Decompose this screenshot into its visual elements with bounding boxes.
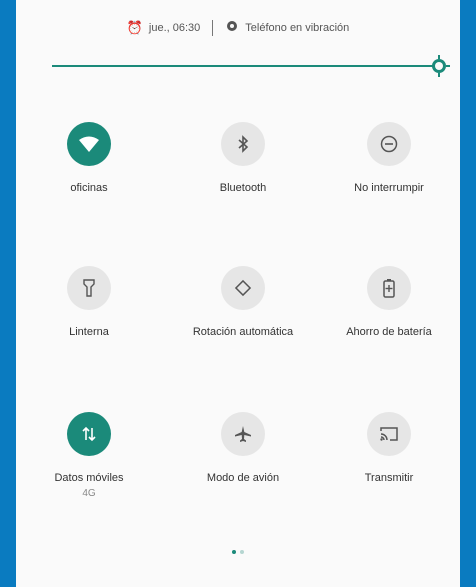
tile-label: Rotación automática [192, 326, 294, 338]
wifi-icon[interactable] [67, 122, 111, 166]
airplane-icon[interactable] [221, 412, 265, 456]
divider [212, 19, 214, 36]
tile-cast[interactable]: Transmitir [319, 412, 459, 484]
tile-label: Ahorro de batería [346, 326, 432, 338]
auto-rotate-icon[interactable] [221, 266, 265, 310]
quick-settings-panel: ⏰ jue., 06:30 Teléfono en vibración ofic… [16, 0, 460, 587]
alarm-icon: ⏰ [126, 19, 143, 35]
page-dot-active[interactable] [232, 550, 236, 554]
do-not-disturb-icon[interactable] [367, 122, 411, 166]
tile-wifi[interactable]: oficinas [19, 122, 159, 194]
tile-airplane-mode[interactable]: Modo de avión [173, 412, 313, 484]
brightness-slider-thumb[interactable] [427, 54, 451, 78]
status-row: ⏰ jue., 06:30 Teléfono en vibración [16, 19, 460, 36]
tile-flashlight[interactable]: Linterna [19, 266, 159, 338]
ringer-text[interactable]: Teléfono en vibración [245, 22, 349, 34]
vibrate-icon [225, 19, 239, 36]
tile-label: Modo de avión [206, 472, 280, 484]
tile-battery-saver[interactable]: Ahorro de batería [319, 266, 459, 338]
tile-label: oficinas [70, 182, 108, 194]
page-dot[interactable] [240, 550, 244, 554]
tile-sublabel: 4G [82, 488, 96, 499]
brightness-slider-track[interactable] [52, 65, 440, 67]
tile-auto-rotate[interactable]: Rotación automática [173, 266, 313, 338]
alarm-text[interactable]: jue., 06:30 [149, 22, 200, 34]
brightness-icon [428, 55, 450, 77]
page-indicator [16, 550, 460, 554]
tile-label: Datos móviles [54, 472, 124, 484]
cast-icon[interactable] [367, 412, 411, 456]
tile-mobile-data[interactable]: Datos móviles 4G [19, 412, 159, 499]
bluetooth-icon[interactable] [221, 122, 265, 166]
tile-label: Linterna [69, 326, 109, 338]
tile-label: Bluetooth [219, 182, 267, 194]
mobile-data-icon[interactable] [67, 412, 111, 456]
flashlight-icon[interactable] [67, 266, 111, 310]
tile-do-not-disturb[interactable]: No interrumpir [319, 122, 459, 194]
tile-label: No interrumpir [354, 182, 424, 194]
battery-saver-icon[interactable] [367, 266, 411, 310]
tile-label: Transmitir [364, 472, 414, 484]
tile-bluetooth[interactable]: Bluetooth [173, 122, 313, 194]
